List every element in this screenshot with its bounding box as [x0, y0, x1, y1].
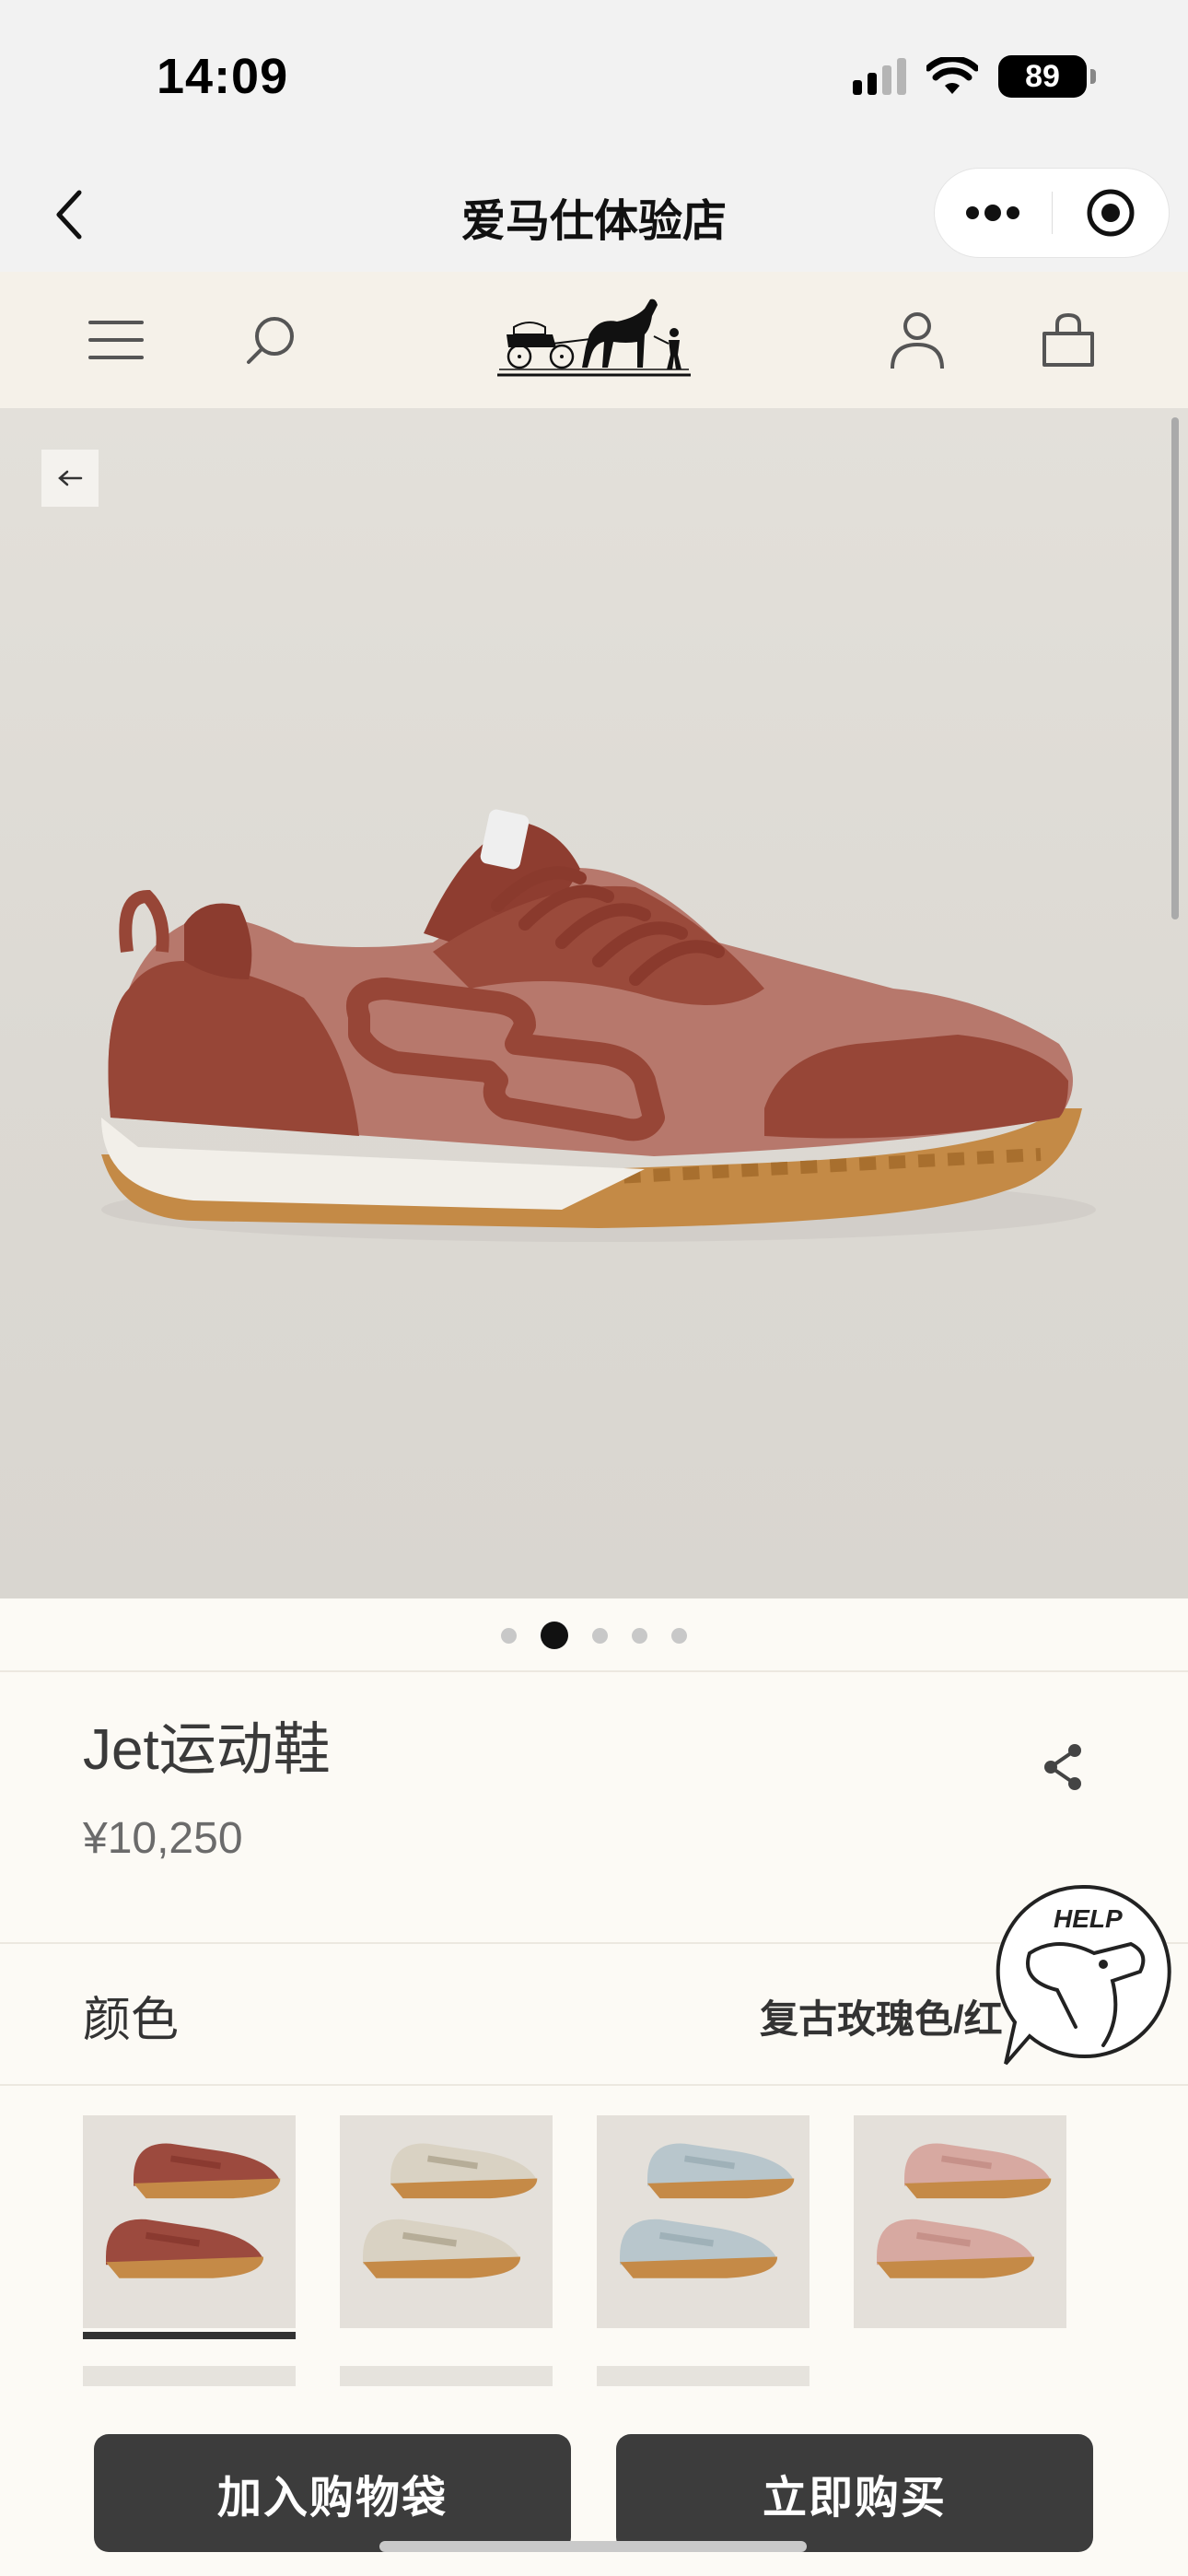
- status-bar: 14:09 89: [0, 0, 1188, 157]
- swatch-shoe-image: [877, 2143, 1052, 2278]
- swatch-placeholder[interactable]: [83, 2366, 296, 2386]
- gallery-scrollbar[interactable]: [1171, 417, 1179, 919]
- home-indicator: [379, 2541, 807, 2552]
- color-swatch[interactable]: [854, 2115, 1066, 2328]
- help-chat-icon[interactable]: HELP: [993, 1879, 1177, 2073]
- help-label: HELP: [1054, 1904, 1123, 1933]
- arrow-left-icon: [58, 470, 83, 486]
- status-icons: 89: [853, 55, 1096, 98]
- site-header: [0, 272, 1188, 408]
- close-miniprogram-button[interactable]: [1053, 169, 1170, 257]
- pagination-dot[interactable]: [671, 1627, 687, 1644]
- search-icon: [247, 317, 294, 364]
- more-dots-icon: [966, 205, 1020, 221]
- more-swatches-row: [83, 2366, 809, 2386]
- battery-icon: 89: [998, 55, 1096, 98]
- selected-swatch-indicator: [83, 2332, 296, 2339]
- buy-now-button[interactable]: 立即购买: [616, 2434, 1093, 2552]
- divider: [0, 1670, 1188, 1672]
- more-button[interactable]: [935, 169, 1052, 257]
- color-swatch[interactable]: [83, 2115, 296, 2339]
- swatch-placeholder[interactable]: [597, 2366, 809, 2386]
- status-time: 14:09: [157, 49, 289, 104]
- product-price: ¥10,250: [83, 1814, 243, 1863]
- gallery-pagination: [0, 1598, 1188, 1672]
- color-label: 颜色: [83, 1994, 180, 2047]
- account-button[interactable]: [884, 307, 950, 373]
- product-image-gallery[interactable]: [0, 408, 1188, 1598]
- color-swatch-list: [83, 2115, 1066, 2339]
- product-shoe-image: [101, 809, 1096, 1242]
- color-swatch-thumbnail: [340, 2115, 553, 2328]
- add-to-bag-button[interactable]: 加入购物袋: [94, 2434, 571, 2552]
- pagination-dot[interactable]: [541, 1622, 568, 1649]
- bag-button[interactable]: [1035, 307, 1101, 373]
- product-name: Jet运动鞋: [83, 1718, 331, 1782]
- color-swatch-thumbnail: [597, 2115, 809, 2328]
- selected-color-value: 复古玫瑰色/红: [760, 1997, 1003, 2041]
- swatch-shoe-image: [620, 2143, 795, 2278]
- capsule-menu: [934, 168, 1170, 258]
- share-icon[interactable]: [1036, 1739, 1091, 1795]
- search-button[interactable]: [238, 307, 304, 373]
- color-swatch-thumbnail: [854, 2115, 1066, 2328]
- mini-program-nav: 爱马仕体验店: [0, 157, 1188, 272]
- divider: [0, 2084, 1188, 2086]
- pagination-dot[interactable]: [592, 1627, 608, 1644]
- color-swatch-thumbnail: [83, 2115, 296, 2328]
- swatch-shoe-image: [363, 2143, 538, 2278]
- shopping-bag-icon: [1042, 312, 1094, 367]
- wifi-icon: [926, 57, 978, 94]
- gallery-back-button[interactable]: [41, 450, 99, 507]
- pagination-dot[interactable]: [501, 1627, 517, 1644]
- signal-icon: [853, 58, 906, 95]
- color-swatch[interactable]: [597, 2115, 809, 2328]
- user-icon: [891, 312, 944, 369]
- swatch-placeholder[interactable]: [340, 2366, 553, 2386]
- hamburger-icon: [88, 321, 144, 359]
- hermes-carriage-logo[interactable]: [497, 290, 691, 392]
- color-swatch[interactable]: [340, 2115, 553, 2328]
- swatch-shoe-image: [106, 2143, 281, 2278]
- pagination-dot[interactable]: [632, 1627, 647, 1644]
- target-circle-icon: [1087, 189, 1135, 237]
- menu-button[interactable]: [83, 307, 149, 373]
